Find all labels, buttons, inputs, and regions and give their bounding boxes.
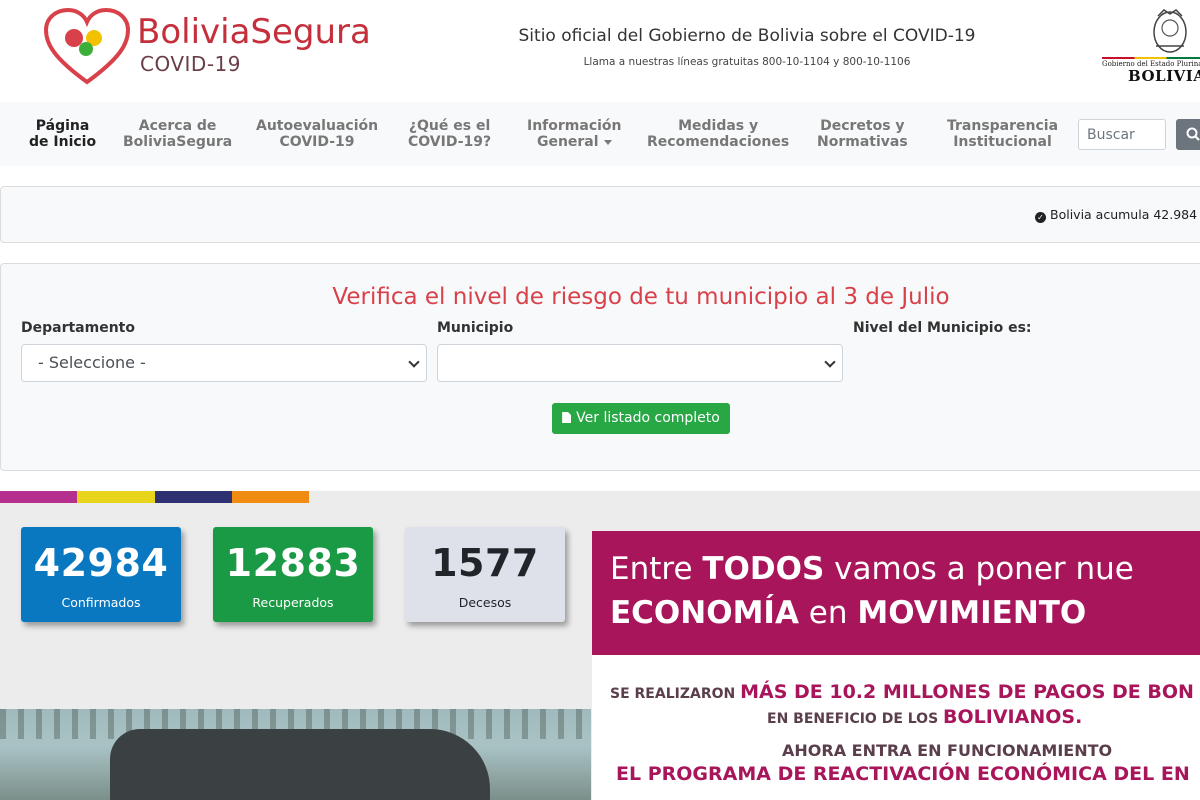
banner-text-highlight: BOLIVIANOS. [943,706,1083,728]
departamento-select[interactable]: - Seleccione - [21,344,427,382]
banner-line-5: AHORA ENTRA EN FUNCIONAMIENTO [782,741,1113,760]
file-icon [562,412,572,423]
departamento-selected-value: - Seleccione - [38,353,146,372]
stat-label: Confirmados [61,595,141,610]
hotlines-text: Llama a nuestras líneas gratuitas 800-10… [583,56,911,68]
banner-line-2: ECONOMÍA en MOVIMIENTO [610,595,1086,631]
coat-of-arms-icon [1153,9,1187,53]
economy-banner[interactable]: Entre TODOS vamos a poner nue ECONOMÍA e… [592,531,1200,800]
stat-label: Recuperados [252,595,334,610]
stat-card-decesos: 1577 Decesos [405,527,565,622]
nav-item-line2: COVID-19? [408,134,492,150]
banner-text-bold: TODOS [702,551,825,587]
banner-line-4: EN BENEFICIO DE LOS BOLIVIANOS. [767,706,1082,728]
stats-section: 42984 Confirmados 12883 Recuperados 1577… [0,491,1200,800]
ticker-text: ✓ Bolivia acumula 42.984 [1035,207,1197,223]
nav-item-decretos[interactable]: Decretos y Normativas [817,118,908,150]
banner-text-highlight: MÁS DE 10.2 MILLONES DE PAGOS DE BON [740,681,1194,703]
nav-item-line2: BoliviaSegura [123,134,233,150]
nav-item-autoevaluacion[interactable]: Autoevaluación COVID-19 [256,118,378,150]
banner-text-bold: MOVIMIENTO [857,595,1087,631]
stat-label: Decesos [458,595,512,610]
stripe-segment [154,491,232,503]
nav-item-line2: de Inicio [29,134,97,150]
banner-line-1: Entre TODOS vamos a poner nue [610,551,1134,587]
bolivia-segura-logo[interactable]: BoliviaSegura COVID-19 [44,8,394,86]
nav-item-line1: Página [35,118,90,134]
nav-item-acerca[interactable]: Acerca de BoliviaSegura [123,118,232,150]
nav-item-line2: Recomendaciones [647,134,790,150]
nav-item-line1: ¿Qué es el [408,118,491,134]
nav-item-line2: General [536,134,599,150]
chevron-down-icon [824,356,836,368]
banner-line-3: SE REALIZARON MÁS DE 10.2 MILLONES DE PA… [610,681,1194,703]
flag-bar [1102,57,1200,59]
site-title: Sitio oficial del Gobierno de Bolivia so… [518,26,976,46]
nav-item-line1: Medidas y [678,118,759,134]
nav-item-line1: Autoevaluación [256,118,379,134]
municipio-label: Municipio [437,320,514,336]
nav-item-informacion-dropdown[interactable]: Información General [527,118,622,150]
banner-text-bold: ECONOMÍA [610,595,799,631]
ver-listado-label: Ver listado completo [576,410,720,426]
nav-item-line1: Acerca de [138,118,217,134]
nav-item-transparencia[interactable]: Transparencia Institucional [947,118,1058,150]
banner-text: SE REALIZARON [610,686,741,702]
nav-item-inicio[interactable]: Página de Inicio [29,118,96,150]
risk-title: Verifica el nivel de riesgo de tu munici… [332,284,950,310]
ticker-message: Bolivia acumula 42.984 [1050,207,1198,222]
departamento-label: Departamento [21,320,135,336]
nav-item-line1: Decretos y [820,118,905,134]
risk-level-panel: Verifica el nivel de riesgo de tu munici… [0,263,1200,471]
banner-text: EN BENEFICIO DE LOS [767,711,944,727]
news-ticker: ✓ Bolivia acumula 42.984 [0,186,1200,243]
photo-vehicle [110,729,490,800]
nav-item-line2: Normativas [817,134,908,150]
nav-item-medidas[interactable]: Medidas y Recomendaciones [647,118,789,150]
main-navbar: Página de Inicio Acerca de BoliviaSegura… [0,102,1200,166]
search-input[interactable] [1078,119,1166,150]
stat-value: 12883 [225,541,361,585]
nav-item-line2: COVID-19 [279,134,355,150]
brand-subtitle: COVID-19 [140,52,242,76]
site-header: BoliviaSegura COVID-19 Sitio oficial del… [0,0,1200,102]
banner-text: Entre [610,551,703,587]
stripe-segment [77,491,155,503]
ver-listado-button[interactable]: Ver listado completo [552,403,730,434]
banner-text: vamos a poner nue [824,551,1134,587]
nivel-municipio-label: Nivel del Municipio es: [853,320,1032,336]
nav-item-line1: Transparencia [947,118,1059,134]
municipio-select[interactable] [437,344,843,382]
banner-text: en [798,595,858,631]
color-stripe [0,491,309,503]
stat-card-confirmados: 42984 Confirmados [21,527,181,622]
banner-header [592,531,1200,655]
nav-item-line2: Institucional [953,134,1052,150]
stat-value: 1577 [431,541,539,585]
news-photo[interactable] [0,709,591,800]
search-button[interactable] [1176,119,1200,150]
nav-item-line1: Información [527,118,622,134]
heart-logo-icon [44,8,130,85]
stripe-segment [231,491,309,503]
chevron-down-icon [408,356,420,368]
stripe-segment [0,491,78,503]
nav-item-que-es[interactable]: ¿Qué es el COVID-19? [408,118,491,150]
stat-value: 42984 [33,541,169,585]
gov-big-text: BOLIVIA [1128,67,1200,85]
banner-line-6: EL PROGRAMA DE REACTIVACIÓN ECONÓMICA DE… [616,763,1190,785]
search-icon [1186,127,1200,141]
gobierno-bolivia-logo[interactable]: Gobierno del Estado Plurinacional de BOL… [1098,6,1200,86]
caret-down-icon [603,139,612,145]
brand-name: BoliviaSegura [137,12,371,52]
stat-card-recuperados: 12883 Recuperados [213,527,373,622]
check-circle-icon: ✓ [1035,212,1046,223]
